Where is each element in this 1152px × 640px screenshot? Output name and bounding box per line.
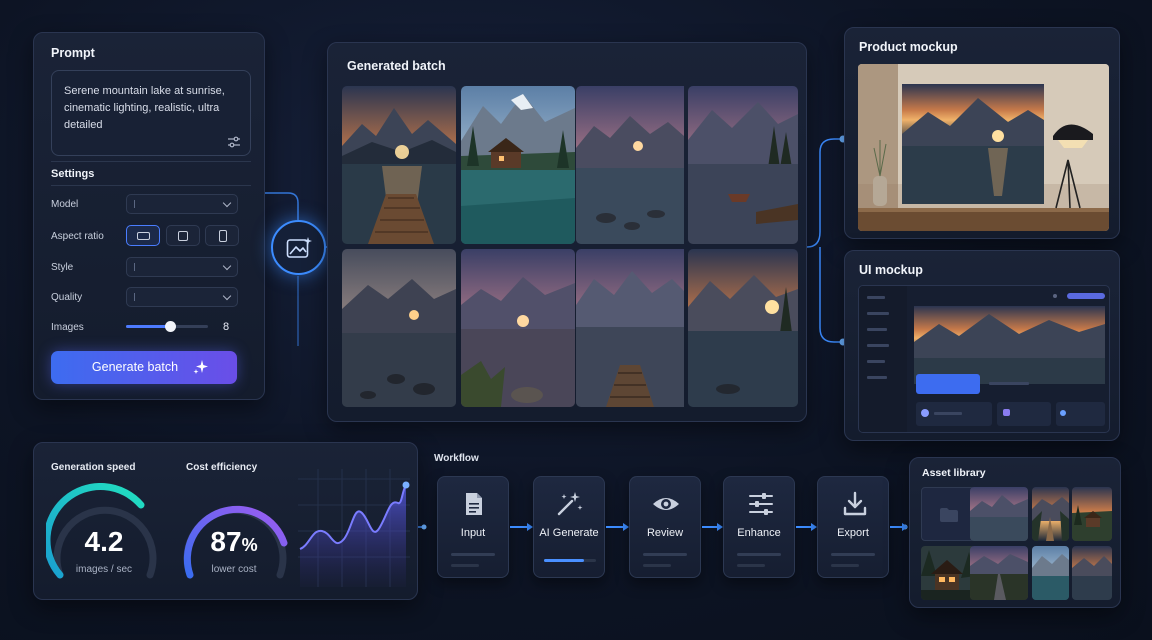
- workflow-step-export[interactable]: Export: [817, 476, 889, 578]
- landscape-image: [1032, 487, 1069, 541]
- batch-image[interactable]: [576, 249, 690, 407]
- landscape-image: [461, 249, 575, 407]
- batch-image[interactable]: [688, 86, 798, 244]
- batch-image[interactable]: [461, 86, 575, 244]
- batch-image[interactable]: [688, 249, 798, 407]
- batch-image[interactable]: [342, 86, 456, 244]
- image-generator-hub[interactable]: [271, 220, 326, 275]
- speed-unit: images / sec: [75, 564, 133, 575]
- flow-arrow: [796, 523, 817, 531]
- landscape-image: [688, 249, 798, 407]
- step-bar: [451, 564, 479, 567]
- step-label: Enhance: [737, 527, 781, 539]
- cost-efficiency-title: Cost efficiency: [186, 462, 258, 473]
- asset-thumb[interactable]: [970, 546, 1028, 600]
- product-mockup-image[interactable]: [858, 64, 1109, 231]
- ui-mockup-panel: UI mockup: [844, 250, 1120, 441]
- asset-library-title: Asset library: [922, 467, 986, 479]
- asset-thumb[interactable]: [1072, 487, 1112, 541]
- batch-image[interactable]: [342, 249, 456, 407]
- landscape-image: [1032, 546, 1069, 600]
- step-label: Input: [460, 527, 486, 539]
- landscape-image: [688, 86, 798, 244]
- landscape-image: [576, 249, 684, 407]
- generated-batch-panel: Generated batch: [327, 42, 807, 422]
- cost-sub: lower cost: [211, 564, 257, 575]
- landscape-image: [1072, 487, 1112, 541]
- landscape-image: [970, 487, 1028, 541]
- landscape-image: [970, 546, 1028, 600]
- document-icon: [466, 493, 482, 515]
- progress-fill: [544, 559, 584, 562]
- asset-library-panel: Asset library: [909, 457, 1121, 608]
- asset-thumb[interactable]: [970, 487, 1028, 541]
- batch-image[interactable]: [461, 249, 575, 407]
- app-screen-image: [859, 286, 1105, 432]
- folder-tile[interactable]: [921, 487, 975, 541]
- landscape-image: [921, 546, 975, 600]
- sliders-icon: [749, 493, 773, 515]
- batch-title: Generated batch: [347, 59, 446, 73]
- workflow-title: Workflow: [434, 453, 479, 464]
- folder-icon: [940, 508, 958, 522]
- flow-arrow: [890, 523, 908, 531]
- workflow-step-review[interactable]: Review: [629, 476, 701, 578]
- product-mockup-title: Product mockup: [859, 40, 958, 54]
- cost-percent: %: [241, 535, 258, 555]
- asset-thumb[interactable]: [1072, 546, 1112, 600]
- step-label: Review: [646, 527, 684, 539]
- generation-speed-title: Generation speed: [51, 462, 136, 473]
- download-icon: [843, 491, 867, 516]
- flow-arrow: [702, 523, 723, 531]
- step-bar: [643, 553, 687, 556]
- workflow-step-ai-generate[interactable]: AI Generate: [533, 476, 605, 578]
- asset-thumb[interactable]: [921, 546, 975, 600]
- trend-chart: [298, 469, 410, 587]
- flow-arrow: [510, 523, 533, 531]
- metrics-panel: Generation speed Cost efficiency 4.2 ima…: [33, 442, 418, 600]
- speed-value: 4.2: [84, 526, 124, 557]
- step-bar: [831, 553, 875, 556]
- workflow-step-input[interactable]: Input: [437, 476, 509, 578]
- landscape-image: [342, 86, 456, 244]
- room-scene-image: [858, 64, 1109, 231]
- image-sparkle-icon: [286, 237, 312, 258]
- cost-number: 87: [210, 526, 242, 557]
- ui-mockup-title: UI mockup: [859, 263, 923, 277]
- step-bar: [451, 553, 495, 556]
- magic-wand-icon: [557, 492, 583, 516]
- step-bar: [831, 564, 859, 567]
- progress-track: [544, 559, 596, 562]
- step-bar: [737, 564, 765, 567]
- asset-thumb[interactable]: [1032, 487, 1069, 541]
- step-label: AI Generate: [539, 527, 599, 539]
- ui-mockup-image[interactable]: [858, 285, 1110, 433]
- landscape-image: [461, 86, 575, 244]
- landscape-image: [342, 249, 456, 407]
- flow-arrow: [606, 523, 629, 531]
- eye-icon: [653, 498, 679, 510]
- landscape-image: [576, 86, 684, 244]
- cost-value: 87%: [186, 526, 282, 558]
- step-label: Export: [837, 527, 869, 539]
- canvas-print: [902, 84, 1044, 204]
- workflow-step-enhance[interactable]: Enhance: [723, 476, 795, 578]
- asset-thumb[interactable]: [1032, 546, 1069, 600]
- product-mockup-panel: Product mockup: [844, 27, 1120, 239]
- step-bar: [737, 553, 781, 556]
- batch-image[interactable]: [576, 86, 690, 244]
- step-bar: [643, 564, 671, 567]
- landscape-image: [1072, 546, 1112, 600]
